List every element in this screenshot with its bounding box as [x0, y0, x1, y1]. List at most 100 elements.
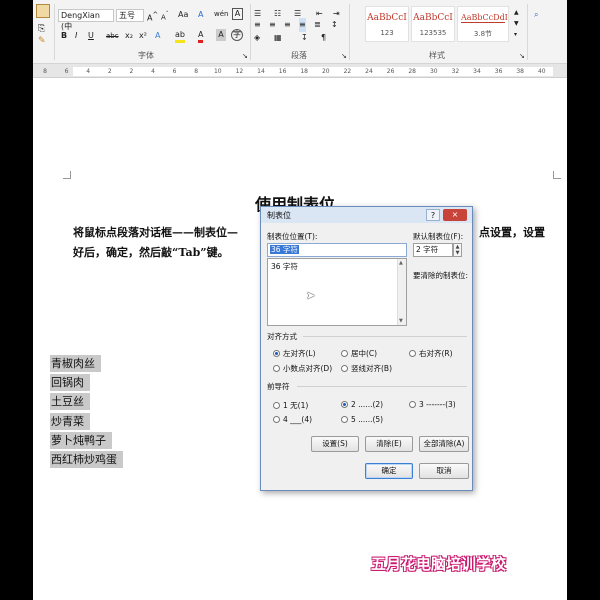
paragraph-line: 将鼠标点段落对话框——制表位— — [73, 226, 238, 239]
radio-dot — [341, 401, 348, 408]
highlight-icon[interactable]: ab — [175, 29, 185, 43]
ruler-tick-label: 6 — [64, 68, 69, 75]
borders-icon[interactable]: ▦ — [274, 31, 282, 45]
list-item[interactable]: 36 字符 — [268, 259, 406, 274]
ruler-tick-label: 8 — [194, 68, 199, 75]
align-right-icon[interactable]: ≡ — [284, 18, 291, 32]
align-bar-radio[interactable]: 竖线对齐(B) — [341, 363, 392, 374]
scroll-down-icon[interactable]: ▼ — [399, 318, 403, 324]
superscript-button[interactable]: x² — [139, 29, 147, 43]
subscript-button[interactable]: x₂ — [125, 29, 133, 43]
tab-position-input[interactable]: 36 字符 — [267, 243, 407, 257]
align-center-icon[interactable]: ≡ — [269, 18, 276, 32]
align-left-radio[interactable]: 左对齐(L) — [273, 348, 316, 359]
leader-underline-radio[interactable]: 4 ___(4) — [273, 415, 312, 424]
mouse-cursor-icon: ➤ — [306, 289, 316, 302]
clear-button[interactable]: 清除(E) — [365, 436, 413, 452]
phonetic-guide-icon[interactable]: wén — [214, 7, 228, 21]
style-sample: AaBbCcI — [367, 13, 407, 23]
list-scrollbar[interactable]: ▲ ▼ — [397, 259, 406, 325]
radio-label: 居中(C) — [351, 349, 378, 358]
underline-button[interactable]: U — [88, 29, 94, 43]
align-center-radio[interactable]: 居中(C) — [341, 348, 377, 359]
char-shading-icon[interactable]: A — [216, 29, 226, 41]
close-button[interactable]: × — [443, 209, 467, 221]
clear-formatting-icon[interactable]: A — [198, 8, 203, 22]
ruler-tick-label: 2 — [107, 68, 112, 75]
radio-label: 小数点对齐(D) — [283, 364, 333, 373]
scroll-up-icon[interactable]: ▲ — [399, 260, 403, 266]
char-border-icon[interactable]: A — [232, 8, 243, 20]
radio-dot — [273, 350, 280, 357]
radio-label: 1 无(1) — [283, 401, 309, 410]
set-button[interactable]: 设置(S) — [311, 436, 359, 452]
default-tab-spinner[interactable]: ▲ ▼ — [453, 243, 462, 257]
paragraph-dialog-launcher-icon[interactable]: ↘ — [341, 49, 347, 63]
clear-all-button[interactable]: 全部清除(A) — [419, 436, 469, 452]
font-dialog-launcher-icon[interactable]: ↘ — [242, 49, 248, 63]
leader-dashes-radio[interactable]: 3 -------(3) — [409, 400, 456, 409]
align-right-radio[interactable]: 右对齐(R) — [409, 348, 453, 359]
radio-label: 左对齐(L) — [283, 349, 316, 358]
radio-label: 4 ___(4) — [283, 415, 313, 424]
show-marks-icon[interactable]: ¶ — [321, 31, 326, 45]
leader-none-radio[interactable]: 1 无(1) — [273, 400, 308, 411]
radio-dot — [273, 416, 280, 423]
grow-font-icon[interactable]: A^ — [147, 8, 158, 26]
separator — [527, 4, 528, 60]
tab-position-list[interactable]: 36 字符 ▲ ▼ ➤ — [267, 258, 407, 326]
leader-dots-radio[interactable]: 2 ......(2) — [341, 400, 383, 409]
find-icon[interactable]: ⌕ — [534, 8, 538, 22]
separator — [250, 4, 251, 60]
format-painter-icon[interactable]: ✎ — [38, 34, 46, 48]
style-sample: AaBbCcI — [413, 13, 453, 23]
list-item: 回锅肉 — [50, 374, 90, 391]
style-item[interactable]: AaBbCcI 123535 — [411, 6, 455, 42]
font-name-select[interactable]: DengXian (中 — [58, 9, 114, 31]
shading-icon[interactable]: ◈ — [254, 31, 260, 45]
ruler-tick-label: 10 — [213, 68, 222, 75]
styles-more-icon[interactable]: ▾ — [514, 28, 517, 42]
line-spacing-icon[interactable]: ↕ — [331, 18, 338, 32]
font-size-select[interactable]: 五号 — [116, 9, 144, 22]
school-watermark: 五月花电脑培训学校 — [371, 555, 507, 573]
distributed-icon[interactable]: ≣ — [314, 18, 321, 32]
group-label-styles: 样式 — [429, 51, 445, 60]
sort-icon[interactable]: ↧ — [301, 31, 308, 45]
style-item[interactable]: AaBbCcI 123 — [365, 6, 409, 42]
styles-dialog-launcher-icon[interactable]: ↘ — [519, 49, 525, 63]
dialog-titlebar[interactable]: 制表位 ? × — [261, 207, 472, 223]
radio-label: 3 -------(3) — [419, 400, 456, 409]
ruler-tick-label: 4 — [86, 68, 91, 75]
cancel-button[interactable]: 取消 — [419, 463, 469, 479]
justify-icon[interactable]: ≡ — [299, 18, 306, 32]
ruler-tick-label: 36 — [494, 68, 503, 75]
align-left-icon[interactable]: ≡ — [254, 18, 261, 32]
leader-middot-radio[interactable]: 5 ......(5) — [341, 415, 383, 424]
style-item[interactable]: AaBbCcDdI 3.8节 — [457, 6, 509, 42]
tabs-to-clear-label: 要清除的制表位: — [413, 271, 469, 280]
bold-button[interactable]: B — [61, 29, 67, 43]
default-tab-input[interactable]: 2 字符 — [413, 243, 453, 257]
document-page[interactable]: 使用制表位 将鼠标点段落对话框——制表位— 点设置，设置 好后，确定，然后敲“T… — [33, 79, 567, 600]
shrink-font-icon[interactable]: Aˇ — [161, 8, 169, 24]
separator — [349, 4, 350, 60]
font-color-icon[interactable]: A — [198, 29, 204, 43]
help-button[interactable]: ? — [426, 209, 440, 221]
list-item: 青椒肉丝 — [50, 355, 101, 372]
enclose-char-icon[interactable]: 字 — [231, 29, 243, 41]
text-effects-icon[interactable]: A — [155, 29, 160, 43]
ruler-tick-label: 6 — [172, 68, 177, 75]
ok-button[interactable]: 确定 — [365, 463, 413, 479]
margin-corner — [553, 171, 561, 179]
alignment-label: 对齐方式 — [267, 332, 297, 341]
strikethrough-button[interactable]: abc — [106, 29, 119, 43]
ruler-tick-label: 34 — [473, 68, 481, 75]
change-case-icon[interactable]: Aa — [178, 8, 188, 22]
group-divider — [303, 336, 467, 337]
align-decimal-radio[interactable]: 小数点对齐(D) — [273, 363, 332, 374]
style-name: 3.8节 — [473, 30, 493, 38]
horizontal-ruler[interactable]: 8 6 4 2 2 4 6 8 10 12 14 16 18 20 22 24 26 28 30 32 34 36 38 40 — [33, 64, 567, 78]
italic-button[interactable]: I — [75, 29, 77, 43]
paste-icon[interactable] — [36, 4, 50, 18]
